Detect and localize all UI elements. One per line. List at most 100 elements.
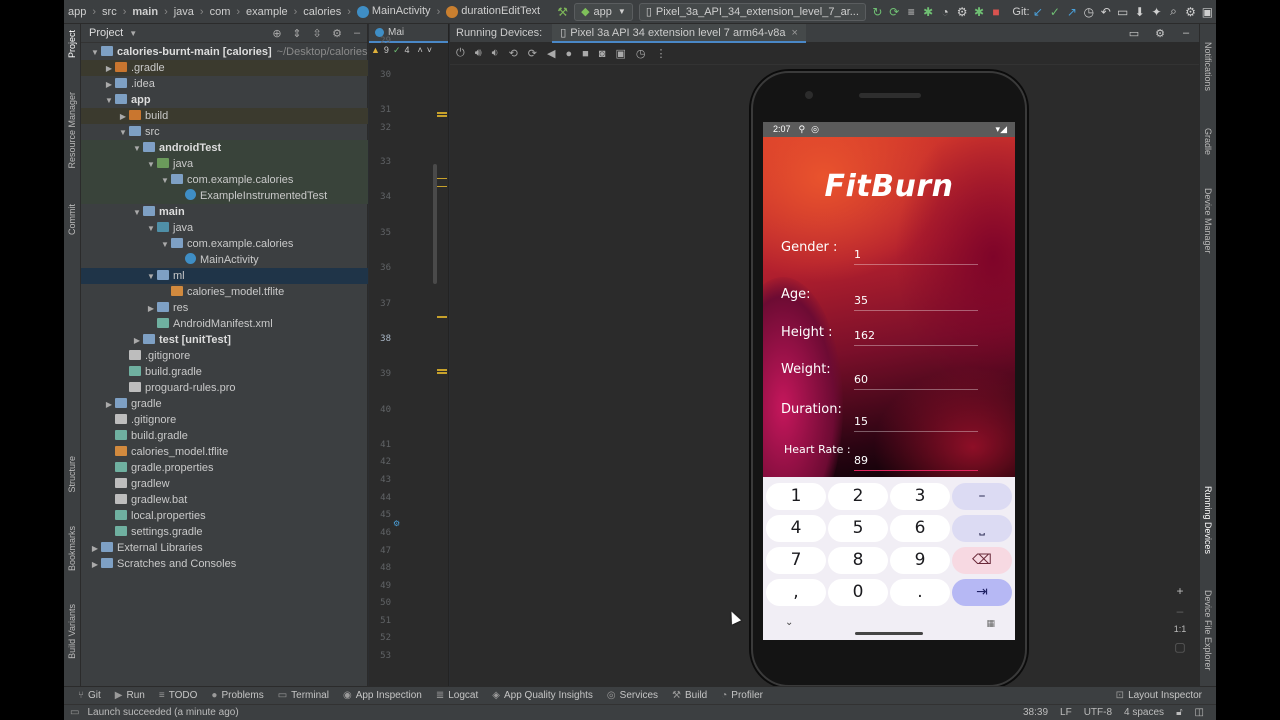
- search-icon[interactable]: ⌕: [1165, 4, 1182, 19]
- tool-app-inspection[interactable]: ◉ App Inspection: [343, 690, 422, 701]
- tool-run[interactable]: ▶ Run: [115, 690, 145, 701]
- minimize-icon[interactable]: –: [347, 27, 367, 39]
- tree-item[interactable]: ▼ calories-burnt-main [calories] ~/Desktop…: [81, 44, 368, 60]
- tree-item[interactable]: ▶ External Libraries: [81, 540, 368, 556]
- key-space[interactable]: ⎵: [952, 515, 1012, 542]
- tool-logcat[interactable]: ≣ Logcat: [436, 690, 478, 701]
- chevron-right-icon[interactable]: ▶: [131, 333, 143, 348]
- chevron-right-icon[interactable]: ▶: [103, 61, 115, 76]
- tree-item[interactable]: ▶ gradle: [81, 396, 368, 412]
- gear-icon[interactable]: ⚙: [1182, 5, 1199, 19]
- gutter-debug-icon[interactable]: ⚙: [393, 519, 400, 528]
- zoom-actual-size[interactable]: 1:1: [1174, 624, 1187, 634]
- zoom-out-icon[interactable]: –: [1177, 604, 1184, 618]
- volume-down-icon[interactable]: 🔉︎: [492, 47, 499, 60]
- chevron-down-icon[interactable]: ▼: [131, 141, 143, 156]
- key-period[interactable]: .: [890, 579, 950, 606]
- indent-setting[interactable]: 4 spaces: [1124, 707, 1164, 718]
- heart-rate-input[interactable]: 89: [854, 454, 978, 471]
- rerun-icon[interactable]: ↻: [869, 5, 886, 19]
- gear-icon[interactable]: ⚙: [327, 27, 347, 40]
- tree-item[interactable]: gradlew: [81, 476, 368, 492]
- tree-item[interactable]: ▶ .gradle: [81, 60, 368, 76]
- tree-item[interactable]: proguard-rules.pro: [81, 380, 368, 396]
- tree-item[interactable]: build.gradle: [81, 364, 368, 380]
- key-0[interactable]: 0: [828, 579, 888, 606]
- locate-icon[interactable]: ⊕: [267, 27, 287, 40]
- layout-icon[interactable]: ▣: [1199, 5, 1216, 19]
- tree-item[interactable]: .gitignore: [81, 412, 368, 428]
- key-4[interactable]: 4: [766, 515, 826, 542]
- height-input[interactable]: 162: [854, 329, 978, 346]
- tree-item[interactable]: local.properties: [81, 508, 368, 524]
- layout-icon[interactable]: ▭: [1121, 27, 1147, 40]
- plugins-icon[interactable]: ✦: [1148, 5, 1165, 19]
- chevron-down-icon[interactable]: ▼: [129, 29, 137, 38]
- power-icon[interactable]: ⏻: [456, 47, 465, 60]
- tree-item[interactable]: ExampleInstrumentedTest: [81, 188, 368, 204]
- weight-input[interactable]: 60: [854, 373, 978, 390]
- debug-icon[interactable]: ✱: [920, 5, 937, 19]
- tree-item[interactable]: ▼ ml: [81, 268, 368, 284]
- rotate-right-icon[interactable]: ⟳: [528, 47, 537, 60]
- age-input[interactable]: 35: [854, 294, 978, 311]
- tree-item[interactable]: ▶ test [unitTest]: [81, 332, 368, 348]
- git-update-icon[interactable]: ↙: [1030, 5, 1047, 19]
- apply-changes-icon[interactable]: ⟳: [886, 5, 903, 19]
- chevron-right-icon[interactable]: ▶: [117, 109, 129, 124]
- warning-marker[interactable]: [437, 186, 447, 187]
- git-commit-icon[interactable]: ✓: [1046, 5, 1063, 19]
- tree-item[interactable]: settings.gradle: [81, 524, 368, 540]
- tool-terminal[interactable]: ▭ Terminal: [278, 690, 329, 701]
- project-panel-title[interactable]: Project: [89, 27, 123, 39]
- keyboard-hide-icon[interactable]: ⌄: [785, 617, 793, 628]
- list-icon[interactable]: ≡: [903, 5, 920, 19]
- breadcrumb-java[interactable]: java: [170, 6, 198, 18]
- breadcrumb-calories[interactable]: calories: [299, 6, 345, 18]
- device-mirror-icon[interactable]: ▭: [1114, 5, 1131, 19]
- tool-tab-project[interactable]: Project: [67, 30, 77, 58]
- chevron-right-icon[interactable]: ▶: [103, 397, 115, 412]
- tool-git[interactable]: ⑂ Git: [78, 690, 101, 701]
- tool-tab-device-manager[interactable]: Device Manager: [1203, 188, 1213, 254]
- chevron-down-icon[interactable]: ˅: [427, 45, 432, 55]
- camera-icon[interactable]: ◙: [599, 48, 606, 60]
- sync-icon[interactable]: ✱: [971, 5, 988, 19]
- tree-item[interactable]: ▼ com.example.calories: [81, 172, 368, 188]
- warning-marker[interactable]: [437, 316, 447, 318]
- tree-item[interactable]: ▼ java: [81, 156, 368, 172]
- chevron-down-icon[interactable]: ▼: [131, 205, 143, 220]
- chevron-right-icon[interactable]: ▶: [145, 301, 157, 316]
- tree-item[interactable]: ▼ app: [81, 92, 368, 108]
- zoom-in-icon[interactable]: +: [1176, 584, 1183, 598]
- rollback-icon[interactable]: ↶: [1097, 5, 1114, 19]
- tree-item[interactable]: AndroidManifest.xml: [81, 316, 368, 332]
- tree-item[interactable]: ▼ com.example.calories: [81, 236, 368, 252]
- close-icon[interactable]: ×: [792, 27, 798, 39]
- breadcrumb-src[interactable]: src: [98, 6, 121, 18]
- snapshot-icon[interactable]: ▣: [615, 47, 625, 60]
- breadcrumb-field[interactable]: durationEditText: [442, 5, 544, 18]
- back-icon[interactable]: ◀: [547, 47, 555, 60]
- tree-item[interactable]: build.gradle: [81, 428, 368, 444]
- warning-marker[interactable]: [437, 369, 447, 371]
- device-tab[interactable]: ▯ Pixel 3a API 34 extension level 7 arm64…: [552, 23, 806, 43]
- tree-item[interactable]: ▼ androidTest: [81, 140, 368, 156]
- chevron-up-icon[interactable]: ˄: [418, 45, 423, 55]
- breadcrumb-example[interactable]: example: [242, 6, 292, 18]
- chevron-down-icon[interactable]: ▼: [145, 221, 157, 236]
- stop-icon[interactable]: ■: [987, 5, 1004, 19]
- tree-item[interactable]: ▼ java: [81, 220, 368, 236]
- key-minus[interactable]: –: [952, 483, 1012, 510]
- overview-icon[interactable]: ■: [582, 48, 589, 60]
- key-7[interactable]: 7: [766, 547, 826, 574]
- device-selector[interactable]: ▯ Pixel_3a_API_34_extension_level_7_ar...: [638, 2, 866, 21]
- collapse-icon[interactable]: ⇳: [307, 27, 327, 40]
- breadcrumb-com[interactable]: com: [206, 6, 235, 18]
- tool-services[interactable]: ◎ Services: [607, 690, 658, 701]
- gesture-nav-handle[interactable]: [855, 632, 923, 635]
- chevron-right-icon[interactable]: ▶: [89, 541, 101, 556]
- hammer-icon[interactable]: ⚒: [554, 5, 571, 19]
- key-1[interactable]: 1: [766, 483, 826, 510]
- key-9[interactable]: 9: [890, 547, 950, 574]
